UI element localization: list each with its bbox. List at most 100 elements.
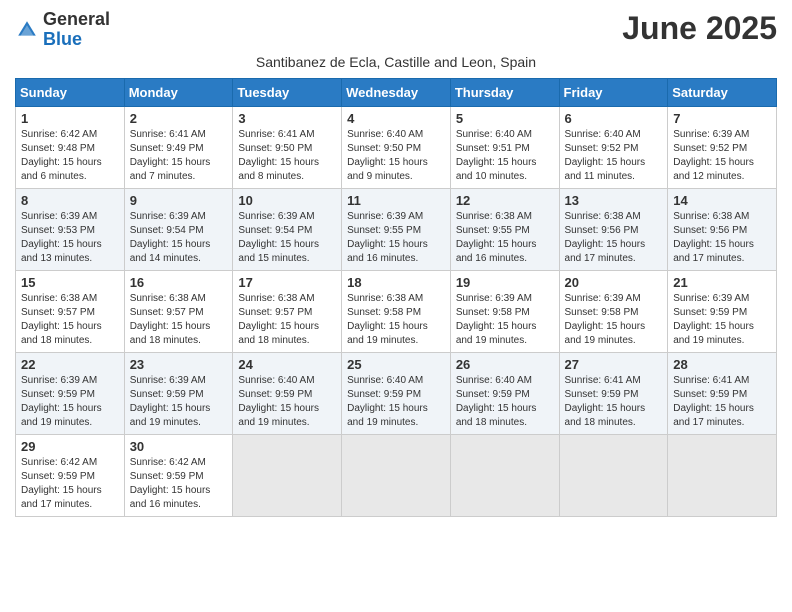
calendar-cell: 19 Sunrise: 6:39 AMSunset: 9:58 PMDayligh…: [450, 270, 559, 352]
calendar-cell: 3 Sunrise: 6:41 AMSunset: 9:50 PMDaylight…: [233, 106, 342, 188]
calendar-cell: 13 Sunrise: 6:38 AMSunset: 9:56 PMDayligh…: [559, 188, 668, 270]
day-number: 4: [347, 111, 445, 126]
calendar-cell: 18 Sunrise: 6:38 AMSunset: 9:58 PMDayligh…: [342, 270, 451, 352]
calendar-cell: 23 Sunrise: 6:39 AMSunset: 9:59 PMDayligh…: [124, 352, 233, 434]
day-number: 7: [673, 111, 771, 126]
calendar-cell: 26 Sunrise: 6:40 AMSunset: 9:59 PMDayligh…: [450, 352, 559, 434]
calendar-cell: 14 Sunrise: 6:38 AMSunset: 9:56 PMDayligh…: [668, 188, 777, 270]
day-info: Sunrise: 6:41 AMSunset: 9:50 PMDaylight:…: [238, 128, 336, 184]
day-info: Sunrise: 6:39 AMSunset: 9:54 PMDaylight:…: [238, 210, 336, 266]
calendar-cell: 6Sunrise: 6:40 AMSunset: 9:52 PMDaylight…: [559, 106, 668, 188]
calendar-header-row: SundayMondayTuesdayWednesdayThursdayFrid…: [16, 78, 777, 106]
day-number: 9: [130, 193, 228, 208]
logo-text: General Blue: [43, 10, 110, 50]
header-day-tuesday: Tuesday: [233, 78, 342, 106]
day-info: Sunrise: 6:39 AMSunset: 9:59 PMDaylight:…: [130, 374, 228, 430]
calendar-cell: 1 Sunrise: 6:42 AMSunset: 9:48 PMDaylight…: [16, 106, 125, 188]
day-info: Sunrise: 6:41 AMSunset: 9:59 PMDaylight:…: [673, 374, 771, 430]
day-number: 2: [130, 111, 228, 126]
calendar-cell: [668, 434, 777, 516]
calendar-cell: 29Sunrise: 6:42 AMSunset: 9:59 PMDayligh…: [16, 434, 125, 516]
calendar-cell: 28 Sunrise: 6:41 AMSunset: 9:59 PMDayligh…: [668, 352, 777, 434]
day-number: 8: [21, 193, 119, 208]
day-info: Sunrise: 6:40 AMSunset: 9:59 PMDaylight:…: [347, 374, 445, 430]
calendar-week-2: 8 Sunrise: 6:39 AMSunset: 9:53 PMDaylight…: [16, 188, 777, 270]
day-info: Sunrise: 6:39 AMSunset: 9:58 PMDaylight:…: [456, 292, 554, 348]
day-info: Sunrise: 6:38 AMSunset: 9:57 PMDaylight:…: [130, 292, 228, 348]
calendar-cell: 9Sunrise: 6:39 AMSunset: 9:54 PMDaylight…: [124, 188, 233, 270]
logo-icon: [15, 18, 39, 42]
day-info: Sunrise: 6:40 AMSunset: 9:59 PMDaylight:…: [456, 374, 554, 430]
page-title: June 2025: [622, 10, 777, 47]
day-info: Sunrise: 6:40 AMSunset: 9:59 PMDaylight:…: [238, 374, 336, 430]
day-number: 28: [673, 357, 771, 372]
page-header: General Blue June 2025: [15, 10, 777, 50]
calendar-cell: 25 Sunrise: 6:40 AMSunset: 9:59 PMDayligh…: [342, 352, 451, 434]
header-day-sunday: Sunday: [16, 78, 125, 106]
day-info: Sunrise: 6:42 AMSunset: 9:48 PMDaylight:…: [21, 128, 119, 184]
header-day-friday: Friday: [559, 78, 668, 106]
day-info: Sunrise: 6:38 AMSunset: 9:56 PMDaylight:…: [673, 210, 771, 266]
calendar-cell: 24Sunrise: 6:40 AMSunset: 9:59 PMDayligh…: [233, 352, 342, 434]
day-number: 11: [347, 193, 445, 208]
calendar-cell: [233, 434, 342, 516]
calendar-cell: 22 Sunrise: 6:39 AMSunset: 9:59 PMDayligh…: [16, 352, 125, 434]
calendar-cell: 20 Sunrise: 6:39 AMSunset: 9:58 PMDayligh…: [559, 270, 668, 352]
calendar-cell: 27 Sunrise: 6:41 AMSunset: 9:59 PMDayligh…: [559, 352, 668, 434]
calendar-cell: 21 Sunrise: 6:39 AMSunset: 9:59 PMDayligh…: [668, 270, 777, 352]
day-number: 20: [565, 275, 663, 290]
day-number: 3: [238, 111, 336, 126]
calendar-cell: 4 Sunrise: 6:40 AMSunset: 9:50 PMDaylight…: [342, 106, 451, 188]
calendar-cell: [342, 434, 451, 516]
day-info: Sunrise: 6:39 AMSunset: 9:59 PMDaylight:…: [673, 292, 771, 348]
calendar-table: SundayMondayTuesdayWednesdayThursdayFrid…: [15, 78, 777, 517]
calendar-cell: 8 Sunrise: 6:39 AMSunset: 9:53 PMDaylight…: [16, 188, 125, 270]
day-info: Sunrise: 6:39 AMSunset: 9:53 PMDaylight:…: [21, 210, 119, 266]
calendar-cell: 30 Sunrise: 6:42 AMSunset: 9:59 PMDayligh…: [124, 434, 233, 516]
day-number: 25: [347, 357, 445, 372]
logo: General Blue: [15, 10, 110, 50]
day-info: Sunrise: 6:38 AMSunset: 9:57 PMDaylight:…: [21, 292, 119, 348]
calendar-week-5: 29 Sunrise: 6:42 AMSunset: 9:59 PMDayligh…: [16, 434, 777, 516]
calendar-cell: 5Sunrise: 6:40 AMSunset: 9:51 PMDaylight…: [450, 106, 559, 188]
day-number: 6: [565, 111, 663, 126]
day-number: 13: [565, 193, 663, 208]
calendar-cell: 17Sunrise: 6:38 AMSunset: 9:57 PMDayligh…: [233, 270, 342, 352]
day-number: 15: [21, 275, 119, 290]
day-number: 27: [565, 357, 663, 372]
day-number: 18: [347, 275, 445, 290]
header-day-thursday: Thursday: [450, 78, 559, 106]
day-info: Sunrise: 6:38 AMSunset: 9:58 PMDaylight:…: [347, 292, 445, 348]
day-number: 23: [130, 357, 228, 372]
calendar-cell: 16 Sunrise: 6:38 AMSunset: 9:57 PMDayligh…: [124, 270, 233, 352]
calendar-week-3: 15 Sunrise: 6:38 AMSunset: 9:57 PMDayligh…: [16, 270, 777, 352]
day-number: 21: [673, 275, 771, 290]
calendar-cell: 2 Sunrise: 6:41 AMSunset: 9:49 PMDaylight…: [124, 106, 233, 188]
calendar-cell: [559, 434, 668, 516]
location-subtitle: Santibanez de Ecla, Castille and Leon, S…: [15, 54, 777, 70]
day-info: Sunrise: 6:38 AMSunset: 9:56 PMDaylight:…: [565, 210, 663, 266]
day-number: 29: [21, 439, 119, 454]
day-number: 14: [673, 193, 771, 208]
day-number: 26: [456, 357, 554, 372]
calendar-cell: [450, 434, 559, 516]
calendar-cell: 7Sunrise: 6:39 AMSunset: 9:52 PMDaylight…: [668, 106, 777, 188]
calendar-cell: 12Sunrise: 6:38 AMSunset: 9:55 PMDayligh…: [450, 188, 559, 270]
day-info: Sunrise: 6:38 AMSunset: 9:57 PMDaylight:…: [238, 292, 336, 348]
calendar-week-4: 22 Sunrise: 6:39 AMSunset: 9:59 PMDayligh…: [16, 352, 777, 434]
day-info: Sunrise: 6:40 AMSunset: 9:50 PMDaylight:…: [347, 128, 445, 184]
day-number: 16: [130, 275, 228, 290]
header-day-monday: Monday: [124, 78, 233, 106]
day-info: Sunrise: 6:42 AMSunset: 9:59 PMDaylight:…: [130, 456, 228, 512]
day-number: 10: [238, 193, 336, 208]
day-info: Sunrise: 6:39 AMSunset: 9:59 PMDaylight:…: [21, 374, 119, 430]
calendar-week-1: 1 Sunrise: 6:42 AMSunset: 9:48 PMDaylight…: [16, 106, 777, 188]
day-info: Sunrise: 6:41 AMSunset: 9:49 PMDaylight:…: [130, 128, 228, 184]
day-number: 22: [21, 357, 119, 372]
day-number: 30: [130, 439, 228, 454]
day-info: Sunrise: 6:41 AMSunset: 9:59 PMDaylight:…: [565, 374, 663, 430]
day-info: Sunrise: 6:39 AMSunset: 9:58 PMDaylight:…: [565, 292, 663, 348]
calendar-cell: 11Sunrise: 6:39 AMSunset: 9:55 PMDayligh…: [342, 188, 451, 270]
day-number: 19: [456, 275, 554, 290]
day-number: 1: [21, 111, 119, 126]
